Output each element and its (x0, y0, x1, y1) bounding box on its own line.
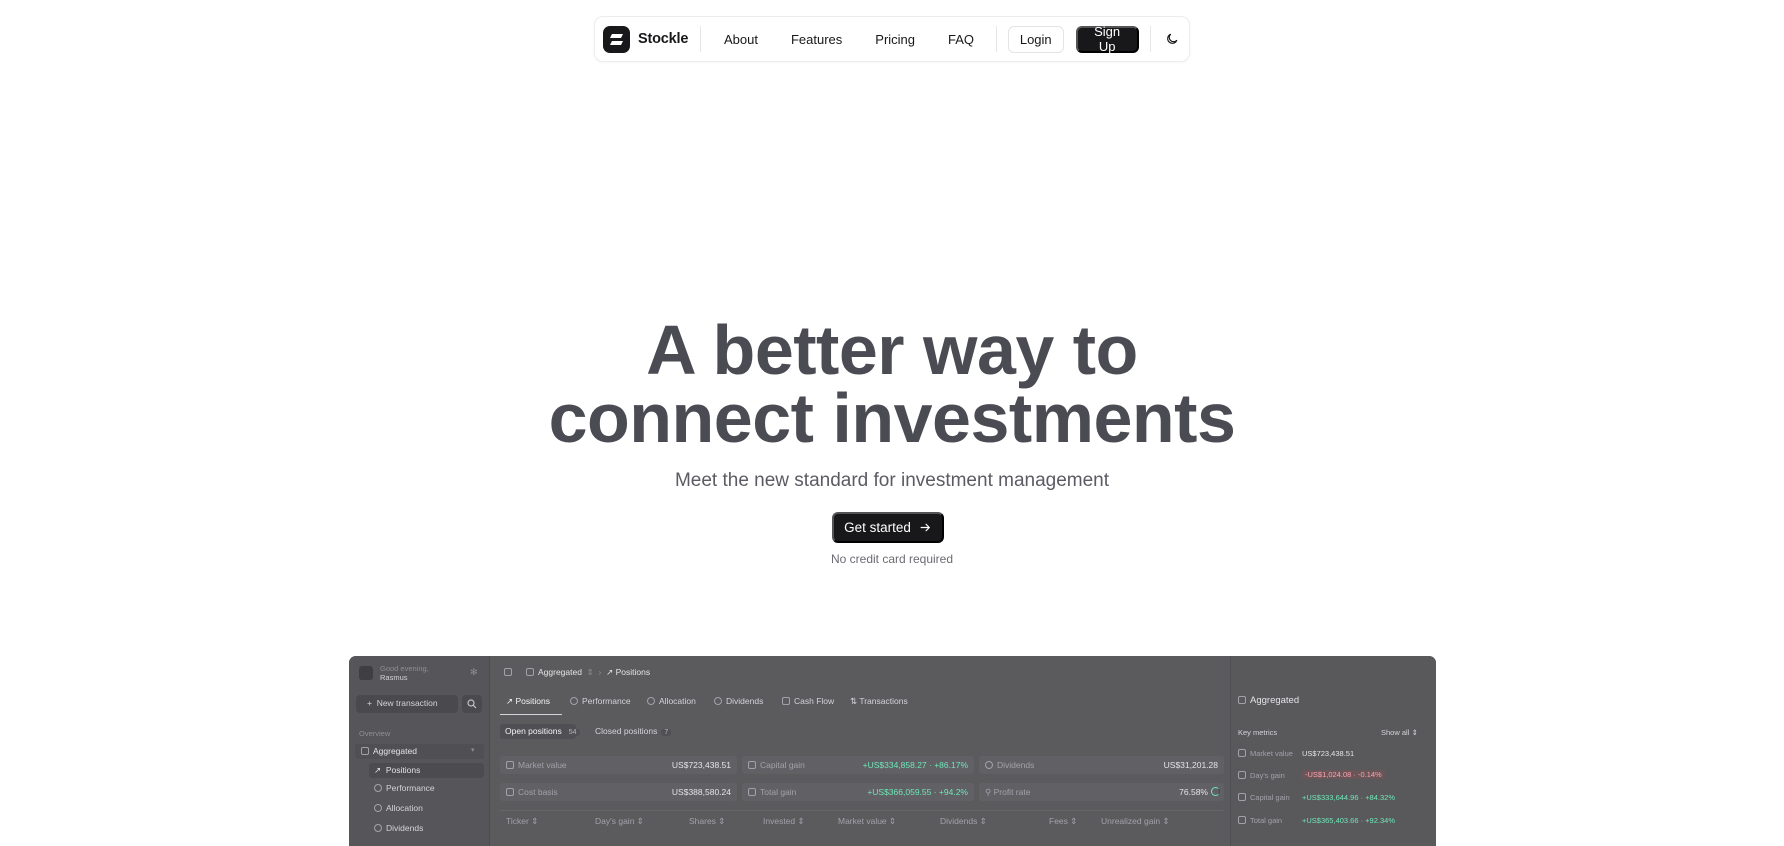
preview-col-shares: Shares ⇕ (689, 816, 726, 826)
hero-subtitle: Meet the new standard for investment man… (674, 470, 1110, 491)
preview-table-divider (500, 810, 1224, 811)
preview-right-row-label: Total gain (1238, 816, 1282, 825)
arrow-right-icon (920, 523, 930, 532)
preview-metric-profit-rate: ⚲ Profit rate 76.58% (979, 783, 1224, 801)
preview-tab-performance: Performance (570, 696, 631, 706)
preview-logo-icon (359, 666, 373, 680)
preview-metric-total-gain: Total gain +US$366,059.55 · +94.2% (742, 783, 974, 801)
preview-col-dividends: Dividends ⇕ (940, 816, 987, 826)
preview-metric-cost-basis: Cost basis US$388,580.24 (500, 783, 737, 801)
preview-portfolio-aggregated: Aggregated ▾ (355, 744, 484, 759)
nav-divider (996, 26, 997, 52)
preview-right-row-value: +US$333,644.96 · +84.32% (1302, 793, 1395, 802)
preview-metric-market-value: Market value US$723,438.51 (500, 756, 737, 774)
preview-right-row-label: Capital gain (1238, 793, 1290, 802)
login-button[interactable]: Login (1007, 25, 1064, 53)
preview-right-row-value: +US$365,403.66 · +92.34% (1302, 816, 1395, 825)
nav-divider (1149, 26, 1151, 52)
preview-tab-transactions: ⇅ Transactions (850, 696, 908, 706)
preview-metric-dividends: Dividends US$31,201.28 (979, 756, 1224, 774)
preview-col-invested: Invested ⇕ (763, 816, 805, 826)
preview-greeting: Good evening, Rasmus (380, 664, 429, 682)
preview-active-tab-underline (500, 714, 562, 715)
get-started-label: Get started (844, 520, 911, 535)
preview-new-transaction-button: + New transaction (356, 695, 458, 713)
nav-divider (700, 26, 701, 52)
brand-name: Stockle (638, 31, 689, 47)
preview-metric-capital-gain: Capital gain +US$334,858.27 · +86.17% (742, 756, 974, 774)
preview-right-title: Aggregated (1238, 695, 1299, 706)
preview-col-unrealized-gain: Unrealized gain ⇕ (1101, 816, 1170, 826)
get-started-button[interactable]: Get started (832, 512, 944, 543)
preview-right-row-label: Day's gain (1238, 771, 1285, 780)
preview-col-fees: Fees ⇕ (1049, 816, 1078, 826)
preview-settings-icon: ✻ (470, 667, 478, 677)
preview-right-row-value: US$723,438.51 (1302, 749, 1355, 758)
preview-breadcrumb: Aggregated ⇕ › ↗ Positions (526, 667, 650, 678)
preview-right-row-value: -US$1,024.08 · -0.14% (1302, 770, 1385, 779)
preview-tab-positions: ↗ Positions (506, 696, 550, 706)
top-navbar: Stockle About Features Pricing FAQ Login… (594, 16, 1190, 62)
signup-button[interactable]: Sign Up (1075, 24, 1139, 54)
preview-sidebar-item-positions: ↗ Positions (369, 763, 484, 778)
preview-sidebar-item-dividends: Dividends (374, 823, 423, 833)
preview-open-positions-tab: Open positions 54 (500, 724, 580, 739)
preview-col-market-value: Market value ⇕ (838, 816, 897, 826)
preview-right-row-label: Market value (1238, 749, 1293, 758)
nav-link-pricing[interactable]: Pricing (875, 32, 915, 47)
nav-link-about[interactable]: About (724, 32, 758, 47)
preview-closed-positions-tab: Closed positions 7 (595, 726, 672, 736)
preview-tab-allocation: Allocation (647, 696, 696, 706)
hero-title: A better way to connect investments (0, 311, 1784, 457)
stockle-logo-icon (603, 25, 630, 53)
preview-search-icon (462, 695, 482, 713)
preview-right-panel: Aggregated Key metrics Show all ⇕ Market… (1230, 656, 1436, 846)
preview-sidebar-item-allocation: Allocation (374, 803, 423, 813)
preview-panel-toggle-icon (504, 667, 516, 677)
preview-profit-rate-ring-icon (1211, 787, 1220, 796)
preview-show-all: Show all ⇕ (1381, 728, 1418, 737)
preview-col-days-gain: Day's gain ⇕ (595, 816, 644, 826)
preview-tab-dividends: Dividends (714, 696, 763, 706)
hero-title-line-2: connect investments (548, 379, 1236, 457)
nav-link-faq[interactable]: FAQ (948, 32, 974, 47)
preview-sidebar: Good evening, Rasmus ✻ + New transaction… (349, 656, 490, 846)
preview-overview-label: Overview (359, 729, 391, 738)
preview-col-ticker: Ticker ⇕ (506, 816, 539, 826)
nav-link-features[interactable]: Features (791, 32, 842, 47)
brand[interactable]: Stockle (603, 25, 689, 53)
preview-key-metrics-label: Key metrics (1238, 728, 1278, 737)
preview-tab-cash-flow: Cash Flow (782, 696, 834, 706)
no-credit-card-note: No credit card required (830, 552, 954, 566)
preview-sidebar-item-performance: Performance (374, 783, 435, 793)
theme-toggle-moon-icon[interactable] (1163, 28, 1181, 50)
app-preview-screenshot: Good evening, Rasmus ✻ + New transaction… (349, 656, 1436, 846)
hero-title-line-1: A better way to (646, 311, 1138, 389)
